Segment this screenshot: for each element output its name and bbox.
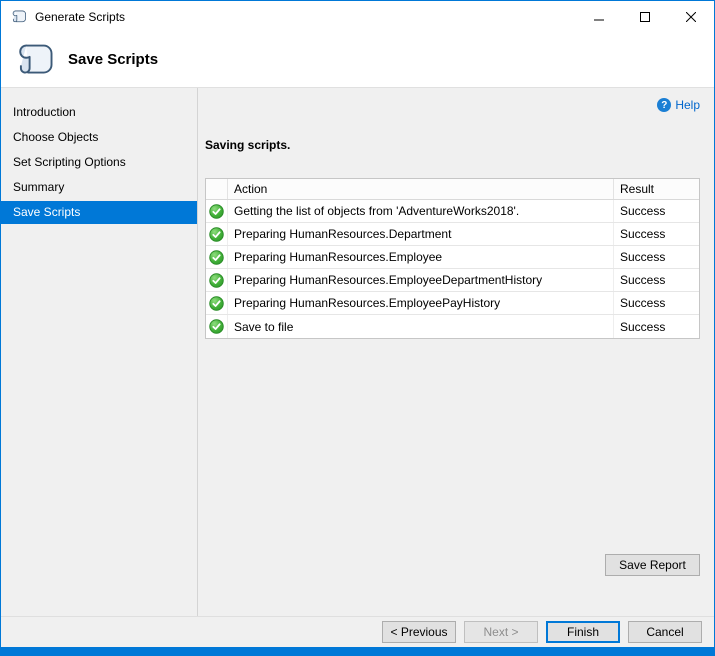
wizard-footer: < Previous Next > Finish Cancel bbox=[1, 616, 714, 647]
green-check-icon bbox=[209, 227, 224, 242]
green-check-icon bbox=[209, 319, 224, 334]
close-icon bbox=[686, 12, 696, 22]
table-header-row: Action Result bbox=[206, 179, 699, 200]
wizard-header: Save Scripts bbox=[1, 32, 714, 88]
progress-table: Action Result Getting the list of object… bbox=[205, 178, 700, 339]
row-result: Success bbox=[614, 269, 699, 291]
row-result: Success bbox=[614, 315, 699, 338]
maximize-icon bbox=[640, 12, 650, 22]
row-action: Preparing HumanResources.EmployeeDepartm… bbox=[228, 269, 614, 291]
minimize-button[interactable] bbox=[576, 1, 622, 32]
row-action: Preparing HumanResources.Department bbox=[228, 223, 614, 245]
row-result: Success bbox=[614, 223, 699, 245]
wizard-main: Introduction Choose Objects Set Scriptin… bbox=[1, 88, 714, 616]
row-action: Save to file bbox=[228, 315, 614, 338]
page-content: ? Help Saving scripts. Action Result Get… bbox=[198, 88, 714, 616]
table-row: Preparing HumanResources.Department Succ… bbox=[206, 223, 699, 246]
sidebar-item-choose-objects[interactable]: Choose Objects bbox=[1, 125, 197, 150]
sidebar-item-save-scripts[interactable]: Save Scripts bbox=[1, 201, 197, 224]
title-bar: Generate Scripts bbox=[1, 1, 714, 32]
row-status-cell bbox=[206, 269, 228, 291]
row-status-cell bbox=[206, 292, 228, 314]
status-heading: Saving scripts. bbox=[205, 138, 700, 152]
save-report-button[interactable]: Save Report bbox=[605, 554, 700, 576]
script-scroll-icon bbox=[11, 9, 27, 24]
row-action: Preparing HumanResources.Employee bbox=[228, 246, 614, 268]
sidebar-item-introduction[interactable]: Introduction bbox=[1, 100, 197, 125]
help-label: Help bbox=[675, 98, 700, 112]
finish-button[interactable]: Finish bbox=[546, 621, 620, 643]
status-column-header bbox=[206, 179, 228, 199]
row-result: Success bbox=[614, 246, 699, 268]
next-button[interactable]: Next > bbox=[464, 621, 538, 643]
row-status-cell bbox=[206, 223, 228, 245]
table-row: Save to file Success bbox=[206, 315, 699, 338]
table-row: Preparing HumanResources.EmployeePayHist… bbox=[206, 292, 699, 315]
sidebar-item-summary[interactable]: Summary bbox=[1, 175, 197, 200]
row-action: Getting the list of objects from 'Advent… bbox=[228, 200, 614, 222]
help-row: ? Help bbox=[205, 98, 700, 112]
row-result: Success bbox=[614, 292, 699, 314]
row-status-cell bbox=[206, 315, 228, 338]
green-check-icon bbox=[209, 273, 224, 288]
window-accent-strip bbox=[1, 647, 714, 655]
green-check-icon bbox=[209, 296, 224, 311]
previous-button[interactable]: < Previous bbox=[382, 621, 456, 643]
row-result: Success bbox=[614, 200, 699, 222]
generate-scripts-window: Generate Scripts Save Scripts Introducti… bbox=[0, 0, 715, 656]
page-title: Save Scripts bbox=[68, 51, 158, 68]
green-check-icon bbox=[209, 204, 224, 219]
script-scroll-icon bbox=[15, 41, 55, 78]
green-check-icon bbox=[209, 250, 224, 265]
action-column-header: Action bbox=[228, 179, 614, 199]
help-question-icon: ? bbox=[657, 98, 671, 112]
sidebar-item-set-scripting-options[interactable]: Set Scripting Options bbox=[1, 150, 197, 175]
row-status-cell bbox=[206, 200, 228, 222]
minimize-icon bbox=[594, 12, 604, 22]
maximize-button[interactable] bbox=[622, 1, 668, 32]
table-row: Preparing HumanResources.Employee Succes… bbox=[206, 246, 699, 269]
close-button[interactable] bbox=[668, 1, 714, 32]
help-link[interactable]: ? Help bbox=[657, 98, 700, 112]
cancel-button[interactable]: Cancel bbox=[628, 621, 702, 643]
window-title: Generate Scripts bbox=[35, 10, 576, 24]
table-row: Preparing HumanResources.EmployeeDepartm… bbox=[206, 269, 699, 292]
table-row: Getting the list of objects from 'Advent… bbox=[206, 200, 699, 223]
row-status-cell bbox=[206, 246, 228, 268]
result-column-header: Result bbox=[614, 179, 699, 199]
row-action: Preparing HumanResources.EmployeePayHist… bbox=[228, 292, 614, 314]
wizard-step-nav: Introduction Choose Objects Set Scriptin… bbox=[1, 88, 198, 616]
